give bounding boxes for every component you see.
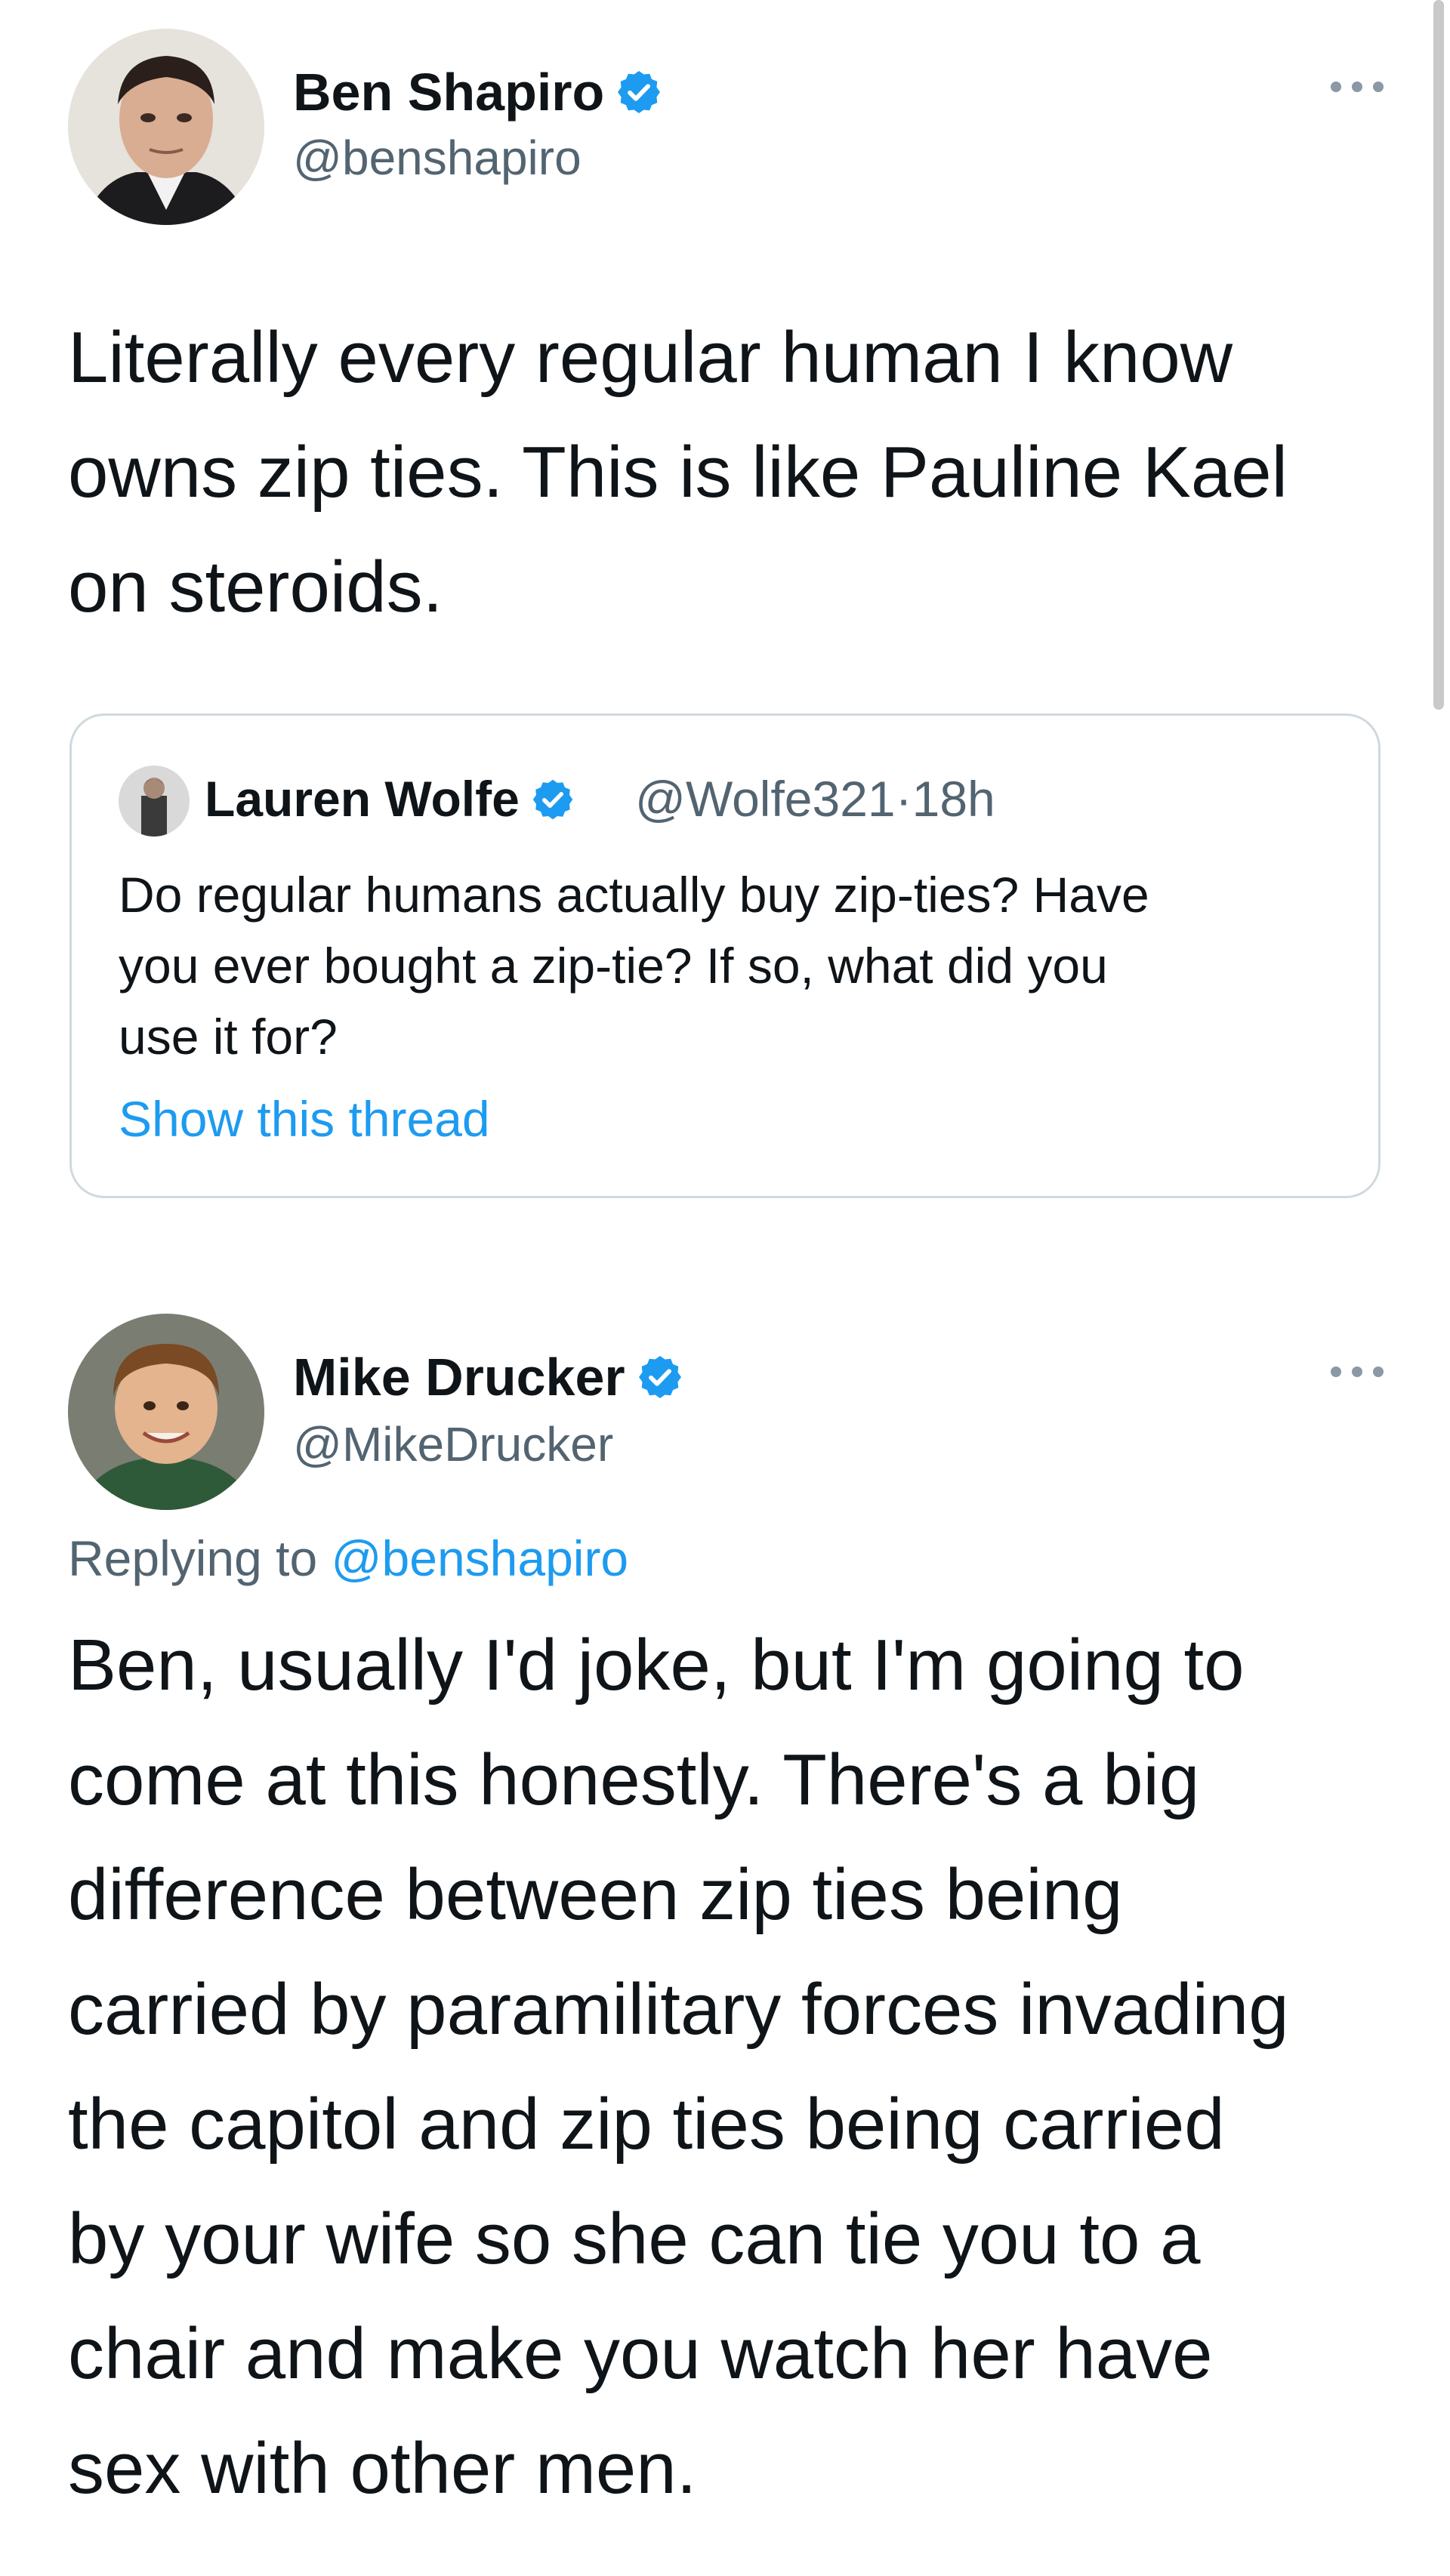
avatar-mike-drucker[interactable] — [68, 1314, 264, 1510]
replying-to: Replying to @benshapiro — [68, 1530, 628, 1587]
dot — [1352, 82, 1362, 92]
quoted-tweet[interactable]: Lauren Wolfe @Wolfe321·18h Do regular hu… — [69, 713, 1381, 1198]
quote-time[interactable]: 18h — [912, 771, 995, 827]
verified-badge-icon — [636, 1353, 684, 1401]
tweet-text: Ben, usually I'd joke, but I'm going to … — [68, 1625, 1289, 2509]
dot — [1331, 1367, 1341, 1377]
avatar-ben-shapiro[interactable] — [68, 29, 264, 225]
show-thread-link[interactable]: Show this thread — [119, 1090, 490, 1148]
dot — [1352, 1367, 1362, 1377]
replying-prefix: Replying to — [68, 1530, 318, 1586]
handle[interactable]: @benshapiro — [293, 130, 582, 186]
scrollbar[interactable] — [1433, 0, 1444, 710]
more-horizontal-icon[interactable] — [1331, 1360, 1384, 1383]
verified-badge-icon — [615, 68, 663, 116]
quote-handle[interactable]: @Wolfe321 — [635, 771, 896, 827]
verified-badge-icon — [530, 776, 575, 821]
display-name[interactable]: Mike Drucker — [293, 1347, 684, 1407]
more-horizontal-icon[interactable] — [1331, 75, 1384, 98]
reply-mention-link[interactable]: @benshapiro — [332, 1530, 629, 1586]
meta-separator: · — [895, 771, 912, 827]
avatar-lauren-wolfe[interactable] — [119, 766, 190, 837]
quote-display-name-text[interactable]: Lauren Wolfe — [205, 770, 520, 827]
quote-text: Do regular humans actually buy zip-ties?… — [119, 867, 1149, 1065]
display-name-text[interactable]: Ben Shapiro — [293, 62, 604, 122]
display-name[interactable]: Ben Shapiro — [293, 62, 663, 122]
dot — [1373, 1367, 1384, 1377]
tweet-text: Literally every regular human I know own… — [68, 317, 1288, 627]
display-name-text[interactable]: Mike Drucker — [293, 1347, 625, 1407]
quote-meta: @Wolfe321·18h — [635, 770, 995, 827]
handle[interactable]: @MikeDrucker — [293, 1416, 613, 1472]
dot — [1373, 82, 1384, 92]
twitter-screenshot: Ben Shapiro @benshapiro Literally every … — [0, 0, 1450, 2576]
dot — [1331, 82, 1341, 92]
quote-display-name[interactable]: Lauren Wolfe — [205, 770, 575, 827]
